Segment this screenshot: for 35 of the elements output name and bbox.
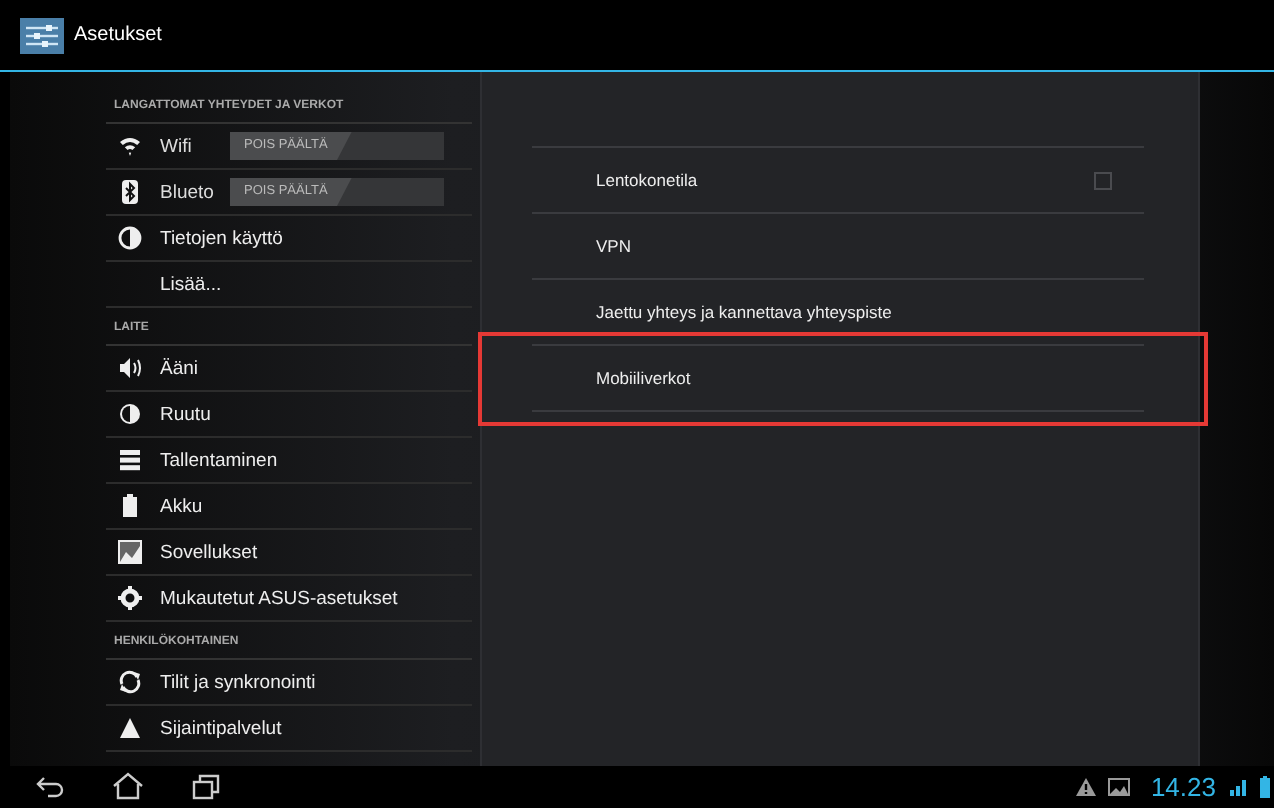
sidebar-item[interactable]: Tietojen käyttö [106,216,472,262]
picture-icon [118,540,142,564]
sidebar-item[interactable]: Sijaintipalvelut [106,706,472,752]
warning-icon [1076,777,1097,795]
stacked-bars-icon [118,448,142,472]
list-item[interactable]: Mobiiliverkot [532,346,1144,412]
image-icon [1108,777,1131,795]
clock-time: 14.23 [1150,771,1216,801]
sidebar-item[interactable]: Lisää... [106,262,472,308]
sidebar-item[interactable]: Tallentaminen [106,438,472,484]
sidebar-item[interactable]: Ruutu [106,392,472,438]
back-icon[interactable] [36,774,64,798]
bluetooth-icon [118,180,142,204]
sidebar-item[interactable]: Akku [106,484,472,530]
battery-icon [1260,775,1270,797]
speaker-icon [118,356,142,380]
list-item[interactable]: Lentokonetila [532,148,1144,214]
wifi-icon [118,134,142,158]
settings-icon [118,586,142,610]
list-item[interactable]: Jaettu yhteys ja kannettava yhteyspiste [532,280,1144,346]
half-circle-icon [118,402,142,426]
pie-chart-icon [118,226,142,250]
battery-icon [118,494,142,518]
sidebar-item[interactable]: Mukautetut ASUS-asetukset [106,576,472,622]
window-title: Asetukset [74,24,162,46]
list-item[interactable]: VPN [532,214,1144,280]
sidebar-item[interactable]: Sovellukset [106,530,472,576]
home-icon[interactable] [112,772,144,800]
sidebar-item[interactable]: Tilit ja synkronointi [106,660,472,706]
checkbox[interactable] [1094,171,1112,189]
signal-icon [1228,776,1248,796]
settings-icon [20,17,64,53]
sidebar-item[interactable]: Ääni [106,346,472,392]
sync-icon [118,670,142,694]
recent-apps-icon[interactable] [192,773,220,799]
